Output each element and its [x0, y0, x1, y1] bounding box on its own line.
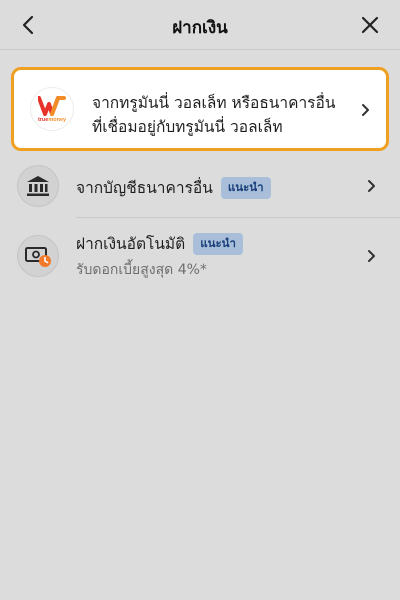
option-other-bank[interactable]: จากบัญชีธนาคารอื่น แนะนำ: [0, 163, 400, 219]
option-truemoney-wallet[interactable]: truemoney จากทรูมันนี่ วอลเล็ท หรือธนาคา…: [11, 67, 389, 151]
close-button[interactable]: [358, 13, 382, 37]
recommended-badge: แนะนำ: [193, 233, 243, 255]
truemoney-wordmark: truemoney: [37, 116, 67, 123]
option-auto-deposit-label: ฝากเงินอัตโนมัติ แนะนำ: [76, 231, 243, 256]
chevron-right-icon: [358, 103, 372, 117]
bank-icon-circle: [17, 165, 59, 207]
option-truemoney-line1: จากทรูมันนี่ วอลเล็ท หรือธนาคารอื่น: [92, 94, 336, 112]
header-bar: ฝากเงิน: [0, 0, 400, 50]
option-auto-deposit[interactable]: ฝากเงินอัตโนมัติ แนะนำ รับดอกเบี้ยสูงสุด …: [0, 229, 400, 295]
bank-icon: [27, 176, 49, 196]
auto-deposit-icon: [25, 247, 51, 267]
page-title: ฝากเงิน: [172, 18, 228, 38]
recommended-badge: แนะนำ: [220, 177, 271, 199]
auto-deposit-icon-circle: [17, 235, 59, 277]
option-truemoney-line2: ที่เชื่อมอยู่กับทรูมันนี่ วอลเล็ท: [92, 118, 283, 136]
deposit-options-list: truemoney จากทรูมันนี่ วอลเล็ท หรือธนาคา…: [0, 51, 400, 600]
chevron-right-icon: [364, 249, 378, 263]
truemoney-w-icon: [38, 95, 66, 116]
chevron-right-icon: [364, 179, 378, 193]
option-other-bank-label: จากบัญชีธนาคารอื่น แนะนำ: [76, 175, 271, 200]
truemoney-logo: truemoney: [30, 87, 74, 131]
divider: [76, 217, 400, 218]
close-icon: [361, 16, 379, 34]
option-auto-deposit-subtitle: รับดอกเบี้ยสูงสุด 4%*: [76, 262, 207, 278]
